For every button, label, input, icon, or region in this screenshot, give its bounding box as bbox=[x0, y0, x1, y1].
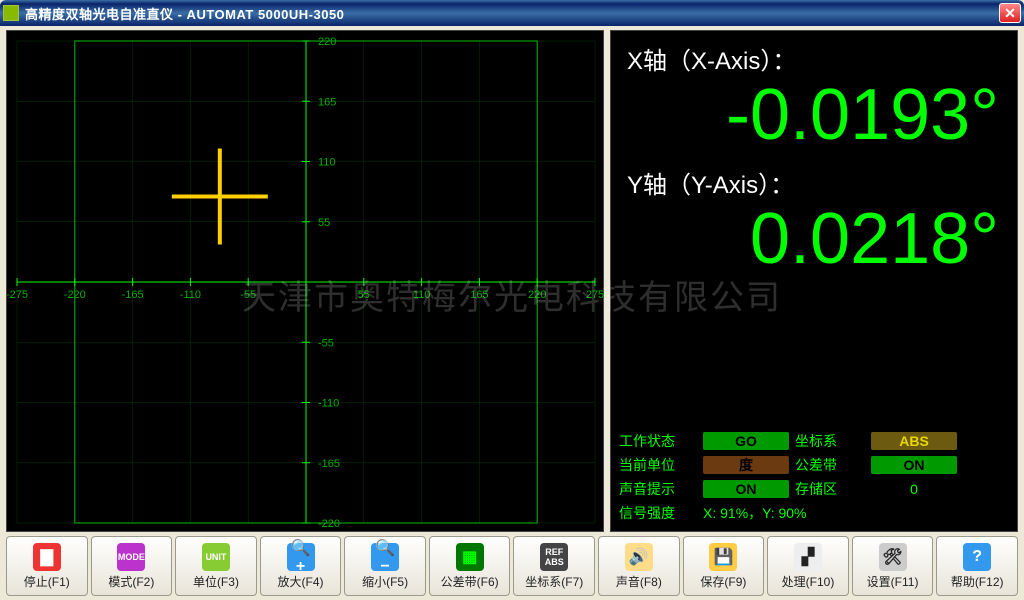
tol-icon: ▦ bbox=[456, 543, 484, 571]
tolerance-value[interactable]: ON bbox=[871, 456, 957, 474]
unit-icon: UNIT bbox=[202, 543, 230, 571]
unit-value[interactable]: 度 bbox=[703, 456, 789, 474]
coord-sys-value[interactable]: ABS bbox=[871, 432, 957, 450]
svg-text:-165: -165 bbox=[318, 458, 340, 470]
zoom-out-icon: 🔍− bbox=[371, 543, 399, 571]
readout-panel: X轴（X-Axis）： -0.0193° Y轴（Y-Axis）： 0.0218°… bbox=[610, 30, 1018, 532]
svg-text:-55: -55 bbox=[318, 337, 334, 349]
setup-icon: 🛠 bbox=[879, 543, 907, 571]
tool-label: 坐标系(F7) bbox=[525, 573, 583, 590]
mode-button[interactable]: MODE 模式(F2) bbox=[91, 536, 173, 596]
svg-text:110: 110 bbox=[413, 289, 431, 301]
process-button[interactable]: ▞ 处理(F10) bbox=[767, 536, 849, 596]
coord-icon: REFABS bbox=[540, 543, 568, 571]
tool-label: 停止(F1) bbox=[24, 573, 70, 590]
tool-label: 声音(F8) bbox=[616, 573, 662, 590]
tool-label: 设置(F11) bbox=[867, 573, 919, 590]
zoom-out-button[interactable]: 🔍− 缩小(F5) bbox=[344, 536, 426, 596]
unit-button[interactable]: UNIT 单位(F3) bbox=[175, 536, 257, 596]
help-button[interactable]: ? 帮助(F12) bbox=[936, 536, 1018, 596]
svg-text:220: 220 bbox=[528, 289, 546, 301]
coord-sys-button[interactable]: REFABS 坐标系(F7) bbox=[513, 536, 595, 596]
tolerance-label: 公差带 bbox=[795, 455, 865, 475]
work-state-label: 工作状态 bbox=[619, 431, 697, 451]
save-button[interactable]: 💾 保存(F9) bbox=[683, 536, 765, 596]
svg-text:-110: -110 bbox=[318, 398, 339, 410]
zoom-in-icon: 🔍+ bbox=[287, 543, 315, 571]
close-button[interactable]: ✕ bbox=[999, 3, 1021, 23]
sound-button[interactable]: 🔊 声音(F8) bbox=[598, 536, 680, 596]
svg-text:-55: -55 bbox=[240, 289, 256, 301]
svg-text:-275: -275 bbox=[7, 289, 28, 301]
window-title: 高精度双轴光电自准直仪 - AUTOMAT 5000UH-3050 bbox=[25, 4, 999, 23]
svg-text:55: 55 bbox=[358, 289, 370, 301]
sound-label: 声音提示 bbox=[619, 479, 697, 499]
sound-icon: 🔊 bbox=[625, 543, 653, 571]
svg-text:-220: -220 bbox=[318, 518, 340, 530]
svg-text:220: 220 bbox=[318, 36, 336, 48]
save-icon: 💾 bbox=[709, 543, 737, 571]
unit-label: 当前单位 bbox=[619, 455, 697, 475]
x-axis-value: -0.0193° bbox=[621, 76, 1007, 155]
settings-button[interactable]: 🛠 设置(F11) bbox=[852, 536, 934, 596]
app-icon bbox=[3, 5, 19, 21]
storage-label: 存储区 bbox=[795, 479, 865, 499]
y-axis-value: 0.0218° bbox=[621, 200, 1007, 279]
help-icon: ? bbox=[963, 543, 991, 571]
signal-label: 信号强度 bbox=[619, 503, 697, 523]
tool-label: 单位(F3) bbox=[193, 573, 239, 590]
svg-text:165: 165 bbox=[318, 96, 336, 108]
svg-text:-110: -110 bbox=[180, 289, 201, 301]
stop-icon: ▇ bbox=[33, 543, 61, 571]
coord-sys-label: 坐标系 bbox=[795, 431, 865, 451]
status-panel: 工作状态 GO 坐标系 ABS 当前单位 度 公差带 ON 声音提示 ON 存储… bbox=[611, 425, 1017, 531]
proc-icon: ▞ bbox=[794, 543, 822, 571]
tool-label: 公差带(F6) bbox=[441, 573, 499, 590]
svg-text:-165: -165 bbox=[122, 289, 144, 301]
tool-label: 保存(F9) bbox=[700, 573, 746, 590]
tool-label: 缩小(F5) bbox=[362, 573, 408, 590]
toolbar: ▇ 停止(F1) MODE 模式(F2) UNIT 单位(F3) 🔍+ 放大(F… bbox=[6, 536, 1018, 596]
tool-label: 处理(F10) bbox=[782, 573, 835, 590]
title-bar: 高精度双轴光电自准直仪 - AUTOMAT 5000UH-3050 ✕ bbox=[0, 0, 1024, 26]
work-state-value[interactable]: GO bbox=[703, 432, 789, 450]
tool-label: 帮助(F12) bbox=[951, 573, 1004, 590]
svg-text:55: 55 bbox=[318, 217, 330, 229]
mode-icon: MODE bbox=[117, 543, 145, 571]
tolerance-button[interactable]: ▦ 公差带(F6) bbox=[429, 536, 511, 596]
tool-label: 模式(F2) bbox=[108, 573, 154, 590]
storage-value: 0 bbox=[871, 481, 957, 497]
svg-text:165: 165 bbox=[470, 289, 488, 301]
svg-text:110: 110 bbox=[318, 157, 336, 169]
svg-text:-220: -220 bbox=[64, 289, 86, 301]
stop-button[interactable]: ▇ 停止(F1) bbox=[6, 536, 88, 596]
signal-value: X: 91%，Y: 90% bbox=[703, 503, 957, 523]
sound-value[interactable]: ON bbox=[703, 480, 789, 498]
zoom-in-button[interactable]: 🔍+ 放大(F4) bbox=[260, 536, 342, 596]
svg-text:275: 275 bbox=[586, 289, 604, 301]
y-axis-label: Y轴（Y-Axis）： bbox=[627, 165, 1007, 200]
x-axis-label: X轴（X-Axis）： bbox=[627, 41, 1007, 76]
scope-display: -275 -220 -165 -110 -55 55 110 165 220 275 -220 -16… bbox=[6, 30, 604, 532]
tool-label: 放大(F4) bbox=[278, 573, 324, 590]
